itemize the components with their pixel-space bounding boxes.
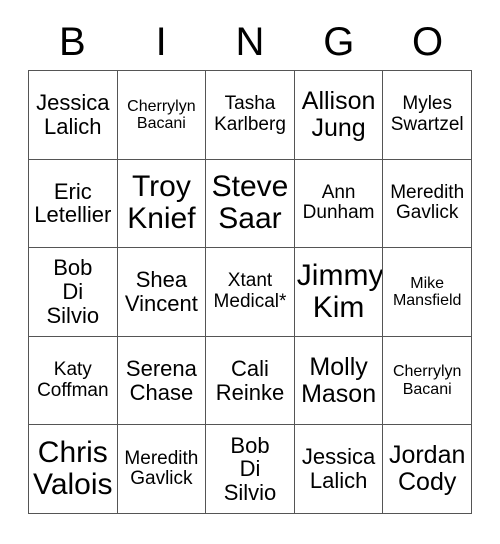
bingo-cell-r1c1[interactable]: Jessica Lalich — [29, 71, 118, 160]
bingo-header-letter-n: N — [235, 20, 265, 64]
bingo-cell-r4c4[interactable]: Molly Mason — [294, 336, 384, 426]
bingo-cell-r3c3[interactable]: Xtant Medical* — [206, 248, 295, 337]
bingo-cell-label: Cherrylyn Bacani — [127, 97, 196, 132]
bingo-cell-label: Mike Mansfield — [392, 274, 462, 309]
bingo-cell-label: Myles Swartzel — [390, 93, 464, 135]
bingo-cell-r2c4[interactable]: Ann Dunham — [294, 159, 384, 249]
bingo-header-letter-i: I — [155, 20, 167, 64]
bingo-cell-r2c3[interactable]: Steve Saar — [206, 159, 295, 249]
bingo-cell-label: Meredith Gavlick — [390, 181, 465, 224]
bingo-cell-r2c2[interactable]: Troy Knief — [117, 159, 207, 249]
bingo-cell-label: Jordan Cody — [388, 441, 466, 497]
bingo-cell-r4c2[interactable]: Serena Chase — [117, 336, 207, 426]
bingo-cell-r5c1[interactable]: Chris Valois — [29, 425, 118, 514]
bingo-cell-r2c1[interactable]: Eric Letellier — [29, 159, 118, 249]
bingo-header-letter-o: O — [412, 20, 444, 64]
bingo-cell-r3c4[interactable]: Jimmy Kim — [294, 248, 384, 337]
bingo-cell-r1c4[interactable]: Allison Jung — [294, 71, 384, 160]
bingo-cell-label: Bob Di Silvio — [46, 255, 100, 328]
bingo-cell-r3c5[interactable]: Mike Mansfield — [383, 248, 472, 337]
bingo-cell-label: Ann Dunham — [302, 181, 375, 224]
bingo-cell-r1c2[interactable]: Cherrylyn Bacani — [117, 71, 207, 160]
bingo-cell-label: Tasha Karlberg — [214, 93, 286, 135]
bingo-cell-r5c4[interactable]: Jessica Lalich — [294, 425, 384, 514]
bingo-cell-r3c2[interactable]: Shea Vincent — [117, 248, 207, 337]
bingo-cell-label: Xtant Medical* — [213, 270, 287, 312]
bingo-cell-r2c5[interactable]: Meredith Gavlick — [383, 159, 472, 249]
bingo-cell-label: Bob Di Silvio — [223, 432, 277, 506]
bingo-cell-r3c1[interactable]: Bob Di Silvio — [29, 248, 118, 337]
bingo-cell-r4c3[interactable]: Cali Reinke — [206, 336, 295, 426]
bingo-cell-r1c5[interactable]: Myles Swartzel — [383, 71, 472, 160]
bingo-grid: Jessica Lalich Cherrylyn Bacani Tasha Karl… — [28, 70, 472, 514]
bingo-cell-r5c5[interactable]: Jordan Cody — [383, 425, 472, 514]
bingo-header-letter-g: G — [323, 20, 355, 64]
bingo-cell-label: Jessica Lalich — [36, 90, 110, 139]
bingo-cell-label: Serena Chase — [125, 355, 197, 405]
bingo-header-row: BINGO — [28, 14, 472, 70]
bingo-cell-r4c1[interactable]: Katy Coffman — [29, 336, 118, 426]
bingo-cell-label: Cali Reinke — [215, 355, 285, 405]
bingo-cell-r1c3[interactable]: Tasha Karlberg — [206, 71, 295, 160]
bingo-card: B I N G O Jessica Lalich Cherrylyn Bacani Tash… — [0, 0, 500, 544]
bingo-cell-r5c2[interactable]: Meredith Gavlick — [117, 425, 207, 514]
bingo-cell-label: Shea Vincent — [124, 267, 198, 316]
bingo-cell-label: Jessica Lalich — [301, 444, 376, 494]
bingo-cell-label: Molly Mason — [301, 352, 377, 408]
bingo-cell-label: Chris Valois — [33, 435, 113, 502]
bingo-cell-r5c3[interactable]: Bob Di Silvio — [206, 425, 295, 514]
bingo-cell-label: Jimmy Kim — [296, 258, 384, 324]
bingo-header-letter-b: B — [59, 20, 86, 64]
bingo-cell-label: Cherrylyn Bacani — [392, 363, 462, 398]
bingo-cell-label: Meredith Gavlick — [124, 447, 199, 490]
bingo-cell-label: Steve Saar — [211, 170, 289, 236]
bingo-cell-label: Katy Coffman — [37, 359, 109, 401]
bingo-cell-label: Troy Knief — [127, 170, 196, 236]
bingo-cell-label: Allison Jung — [301, 86, 376, 142]
bingo-cell-label: Eric Letellier — [34, 178, 112, 228]
bingo-cell-r4c5[interactable]: Cherrylyn Bacani — [383, 336, 472, 426]
